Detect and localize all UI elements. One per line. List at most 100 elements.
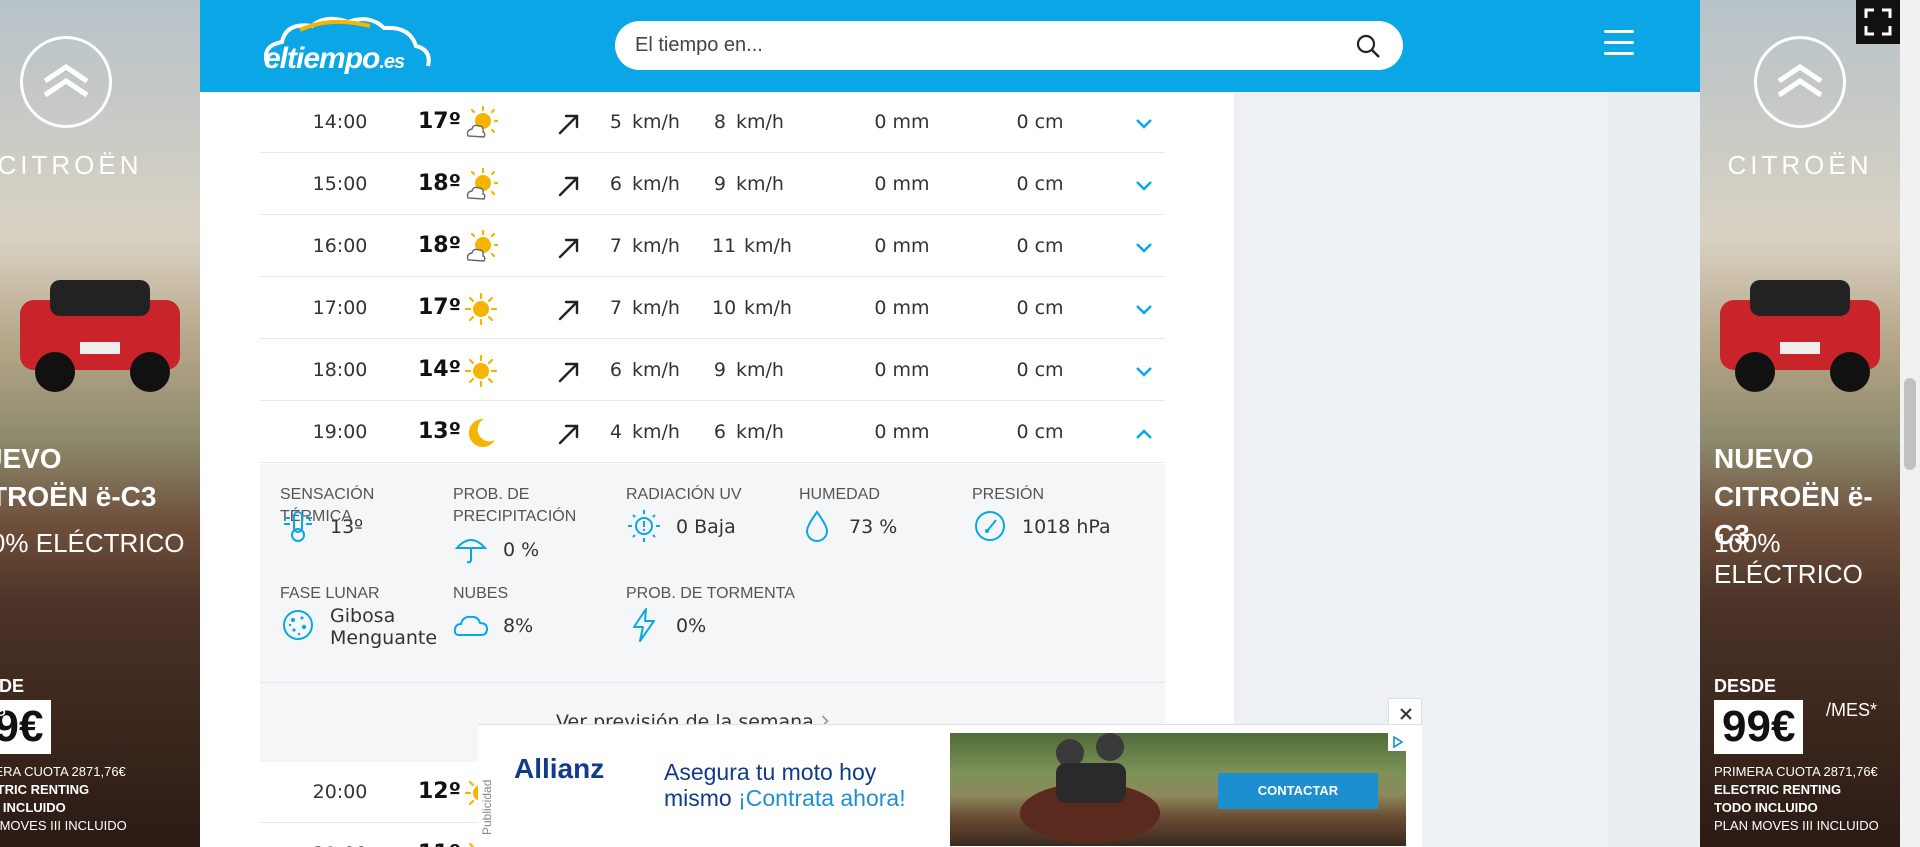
chevron-down-icon[interactable] <box>1135 114 1153 129</box>
ad-subline: 100% ELÉCTRICO <box>0 528 185 558</box>
moon-icon <box>464 416 498 450</box>
ad-per-month: /MES* <box>0 700 14 720</box>
ad-headline: NUEVO CITROËN ë-C3 <box>0 443 157 512</box>
umbrella-icon <box>453 530 489 566</box>
hamburger-menu-icon[interactable] <box>1604 30 1634 56</box>
hourly-row[interactable]: 14:00 17º 5 km/h 8 km/h 0 mm 0 cm <box>260 92 1165 153</box>
gauge-icon <box>972 508 1008 544</box>
ad-fine-print: PRIMERA CUOTA 2871,76€ ELECTRIC RENTING … <box>1714 764 1879 833</box>
ad-from: DESDE <box>0 676 25 696</box>
search-icon[interactable] <box>1355 33 1381 59</box>
citroen-logo-icon <box>20 36 112 128</box>
wind-gust: 6 km/h <box>713 421 784 443</box>
scrollbar[interactable] <box>1900 0 1920 847</box>
wind-direction-icon <box>556 359 582 385</box>
rain-amount: 0 mm <box>874 297 930 319</box>
hour-temp: 18º <box>418 171 462 196</box>
ad-price: 99€ <box>1714 700 1804 754</box>
hour-time: 15:00 <box>312 173 368 195</box>
wind-speed: 5 km/h <box>609 111 680 133</box>
wind-gust: 11 km/h <box>712 235 792 257</box>
side-ad-left[interactable]: CITROËN NUEVO CITROËN ë-C3 100% ELÉCTRIC… <box>0 0 200 847</box>
chevron-down-icon[interactable] <box>1135 238 1153 253</box>
lightning-icon <box>626 607 662 643</box>
cloud-icon <box>453 607 489 643</box>
search-input[interactable] <box>635 21 1335 70</box>
hour-temp: 18º <box>418 233 462 258</box>
snow-amount: 0 cm <box>1016 421 1064 443</box>
chevron-up-icon[interactable] <box>1135 424 1153 439</box>
thermometer-icon <box>280 508 316 544</box>
wind-gust: 9 km/h <box>713 359 784 381</box>
wind-speed: 4 km/h <box>609 421 680 443</box>
hour-details-panel: SENSACIÓN TÉRMICA 13º PROB. DE PRECIPITA… <box>260 464 1165 682</box>
rain-amount: 0 mm <box>874 173 930 195</box>
hour-temp: 17º <box>418 295 462 320</box>
ad-copy: Asegura tu moto hoy mismo ¡Contrata ahor… <box>664 759 906 811</box>
wind-direction-icon <box>556 111 582 137</box>
scrollbar-thumb[interactable] <box>1904 378 1916 470</box>
ad-per-month: /MES* <box>1826 700 1878 720</box>
sun-icon <box>464 292 498 326</box>
hour-time: 18:00 <box>312 359 368 381</box>
hourly-row[interactable]: 18:00 14º 6 km/h 9 km/h 0 mm 0 cm <box>260 340 1165 401</box>
uv-sun-icon <box>626 508 662 544</box>
hourly-row[interactable]: 19:00 13º 4 km/h 6 km/h 0 mm 0 cm <box>260 402 1165 463</box>
contact-button[interactable]: CONTACTAR <box>1218 773 1378 809</box>
hourly-row[interactable]: 16:00 18º 7 km/h 11 km/h 0 mm 0 cm <box>260 216 1165 277</box>
chevron-down-icon[interactable] <box>1135 176 1153 191</box>
hour-time: 20:00 <box>312 781 368 803</box>
ad-from: DESDE <box>1714 676 1777 696</box>
rain-amount: 0 mm <box>874 111 930 133</box>
pressure: PRESIÓN 1018 hPa <box>972 484 1142 541</box>
hourly-row[interactable]: 15:00 18º 6 km/h 9 km/h 0 mm 0 cm <box>260 154 1165 215</box>
storm-probability: PROB. DE TORMENTA 0% <box>626 583 826 642</box>
hour-time: 21:00 <box>305 824 375 847</box>
site-logo[interactable]: eltiempo.es <box>260 16 440 76</box>
chevron-down-icon[interactable] <box>1135 300 1153 315</box>
hour-time: 17:00 <box>312 297 368 319</box>
snow-amount: 0 cm <box>1016 297 1064 319</box>
wind-gust: 10 km/h <box>712 297 792 319</box>
citroen-logo-icon <box>1754 36 1846 128</box>
search-box[interactable] <box>615 21 1403 70</box>
snow-amount: 0 cm <box>1016 173 1064 195</box>
snow-amount: 0 cm <box>1016 359 1064 381</box>
humidity: HUMEDAD 73 % <box>799 484 969 542</box>
car-image <box>20 280 180 392</box>
allianz-logo: Allianz <box>514 753 605 784</box>
ad-brand: CITROËN <box>0 150 143 180</box>
side-ad-right[interactable]: CITROËN NUEVO CITROËN ë-C3 100% ELÉCTRIC… <box>1700 0 1900 847</box>
wind-speed: 6 km/h <box>609 359 680 381</box>
chevron-down-icon[interactable] <box>1135 362 1153 377</box>
ad-frame[interactable]: Publicidad Allianz Asegura tu moto hoy m… <box>478 724 1422 847</box>
clouds: NUBES 8% <box>453 583 623 637</box>
logo-tld: .es <box>379 51 405 73</box>
ad-label: Publicidad <box>480 779 494 835</box>
moon-phase-icon <box>280 607 316 643</box>
hour-time: 14:00 <box>312 111 368 133</box>
sun-cloud-icon <box>464 105 500 140</box>
car-image <box>1720 280 1880 392</box>
rain-amount: 0 mm <box>874 235 930 257</box>
wind-direction-icon <box>556 173 582 199</box>
adchoices-icon[interactable] <box>1388 733 1408 751</box>
snow-amount: 0 cm <box>1016 111 1064 133</box>
ad-brand: CITROËN <box>1727 150 1873 180</box>
wind-direction-icon <box>556 297 582 323</box>
hour-temp: 14º <box>418 357 462 382</box>
bottom-ad[interactable]: Publicidad Allianz Asegura tu moto hoy m… <box>478 698 1422 847</box>
uv-radiation: RADIACIÓN UV 0 Baja <box>626 484 796 542</box>
hour-temp: 17º <box>418 109 462 134</box>
sun-icon <box>464 354 498 388</box>
fullscreen-icon[interactable] <box>1856 0 1900 44</box>
ad-fine-print: PRIMERA CUOTA 2871,76€ ELECTRIC RENTING … <box>0 764 127 833</box>
sun-cloud-icon <box>464 167 500 202</box>
hour-temp: 12º <box>418 779 462 804</box>
moon-phase: FASE LUNAR Gibosa Menguante <box>280 585 438 649</box>
wind-speed: 6 km/h <box>609 173 680 195</box>
hourly-row[interactable]: 17:00 17º 7 km/h 10 km/h 0 mm 0 cm <box>260 278 1165 339</box>
logo-text: eltiempo <box>264 42 380 75</box>
sun-cloud-icon <box>464 229 500 264</box>
hour-time: 16:00 <box>312 235 368 257</box>
